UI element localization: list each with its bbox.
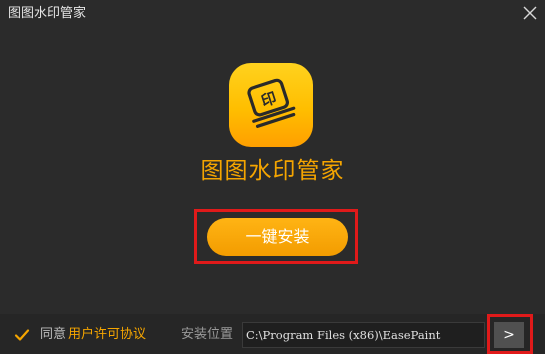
install-path-input[interactable]: C:\Program Files (x86)\EasePaint [242,322,485,348]
agree-label: 同意 [40,327,67,342]
close-icon [523,6,537,20]
close-button[interactable] [519,2,541,24]
license-agreement-link[interactable]: 用户许可协议 [68,327,146,343]
installer-window: 图图水印管家 印 图图水印管家 一键安装 同意 用户许可协议 安装位置 C:\P… [0,0,545,354]
install-path-label: 安装位置 [181,327,234,342]
stamp-logo-icon: 印 [247,78,296,128]
checkmark-icon [14,329,30,341]
app-name-heading: 图图水印管家 [200,158,345,184]
agree-checkbox[interactable] [14,327,30,343]
window-title: 图图水印管家 [8,6,87,21]
logo-glyph: 印 [259,89,279,111]
browse-button[interactable]: > [494,322,524,348]
install-options-bar: 同意 用户许可协议 安装位置 C:\Program Files (x86)\Ea… [0,314,545,354]
app-logo: 印 [229,63,313,147]
install-button[interactable]: 一键安装 [207,218,348,256]
title-bar: 图图水印管家 [0,0,545,28]
